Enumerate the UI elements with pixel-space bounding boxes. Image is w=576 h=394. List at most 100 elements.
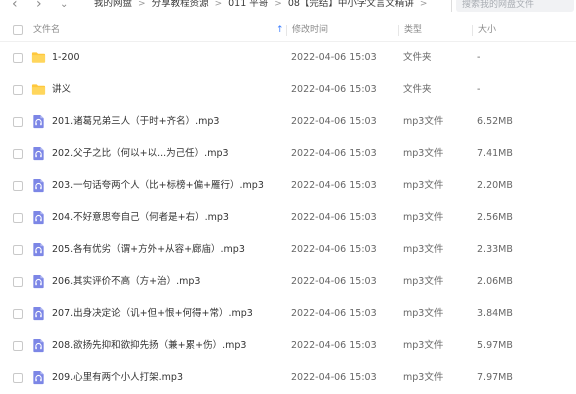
file-modified: 2022-04-06 15:03 bbox=[291, 148, 377, 159]
file-row[interactable]: 207.出身决定论（讥+但+恨+何得+常）.mp3 2022-04-06 15:0… bbox=[0, 298, 576, 330]
file-size: 3.84MB bbox=[477, 308, 513, 319]
file-type: mp3文件 bbox=[403, 116, 444, 127]
file-size: 7.41MB bbox=[477, 148, 513, 159]
search-input[interactable]: 搜索我的网盘文件 bbox=[456, 0, 574, 12]
folder-row[interactable]: 1-200 2022-04-06 15:03 文件夹 - bbox=[0, 42, 576, 74]
file-name[interactable]: 209.心里有两个小人打架.mp3 bbox=[52, 362, 183, 394]
audio-file-icon bbox=[31, 338, 46, 353]
file-modified: 2022-04-06 15:03 bbox=[291, 308, 377, 319]
column-divider[interactable] bbox=[398, 25, 399, 36]
file-modified: 2022-04-06 15:03 bbox=[291, 244, 377, 255]
file-type: mp3文件 bbox=[403, 212, 444, 223]
file-size: - bbox=[477, 52, 481, 63]
file-row[interactable]: 206.其实评价不高（方+治）.mp3 2022-04-06 15:03 mp3文件… bbox=[0, 266, 576, 298]
row-checkbox[interactable] bbox=[13, 213, 23, 223]
audio-file-icon bbox=[31, 370, 46, 385]
file-name[interactable]: 讲义 bbox=[52, 74, 71, 106]
row-checkbox[interactable] bbox=[13, 341, 23, 351]
file-modified: 2022-04-06 15:03 bbox=[291, 180, 377, 191]
breadcrumb-separator: > bbox=[214, 0, 223, 9]
breadcrumb-separator: > bbox=[138, 0, 146, 9]
column-header-type[interactable]: 类型 bbox=[404, 19, 422, 41]
file-type: 文件夹 bbox=[403, 52, 432, 63]
search-placeholder: 搜索我的网盘文件 bbox=[462, 0, 535, 10]
audio-file-icon bbox=[31, 274, 46, 289]
row-checkbox[interactable] bbox=[13, 85, 23, 95]
file-modified: 2022-04-06 15:03 bbox=[291, 372, 377, 383]
breadcrumb: 我的网盘 > 分享教程资源 >011 平哥 >08【完结】中小学文言文精讲 > bbox=[94, 0, 433, 11]
file-type: mp3文件 bbox=[403, 180, 444, 191]
top-bar: ‹ › ⌄ 我的网盘 > 分享教程资源 >011 平哥 >08【完结】中小学文言文精讲 >… bbox=[0, 0, 576, 14]
toolbar-divider bbox=[451, 0, 452, 12]
row-checkbox[interactable] bbox=[13, 277, 23, 287]
row-checkbox[interactable] bbox=[13, 373, 23, 383]
file-type: mp3文件 bbox=[403, 308, 444, 319]
file-row[interactable]: 205.各有优劣（谓+方外+从容+廊庙）.mp3 2022-04-06 15:03… bbox=[0, 234, 576, 266]
file-row[interactable]: 209.心里有两个小人打架.mp3 2022-04-06 15:03 mp3文件 7.… bbox=[0, 362, 576, 394]
breadcrumb-item[interactable]: 分享教程资源 bbox=[152, 0, 209, 9]
row-checkbox[interactable] bbox=[13, 117, 23, 127]
file-type: mp3文件 bbox=[403, 148, 444, 159]
file-row[interactable]: 208.欲扬先抑和欲抑先扬（兼+累+伤）.mp3 2022-04-06 15:03… bbox=[0, 330, 576, 362]
back-button[interactable]: ‹ bbox=[12, 0, 18, 11]
row-checkbox[interactable] bbox=[13, 149, 23, 159]
file-row[interactable]: 203.一句话夸两个人（比+标榜+偏+雁行）.mp3 2022-04-06 15:… bbox=[0, 170, 576, 202]
file-modified: 2022-04-06 15:03 bbox=[291, 276, 377, 287]
file-name[interactable]: 203.一句话夸两个人（比+标榜+偏+雁行）.mp3 bbox=[52, 170, 264, 202]
breadcrumb-item-current[interactable]: 08【完结】中小学文言文精讲 bbox=[288, 0, 414, 9]
file-size: 2.33MB bbox=[477, 244, 513, 255]
column-divider[interactable] bbox=[286, 25, 287, 36]
breadcrumb-item[interactable]: 011 平哥 bbox=[228, 0, 268, 9]
file-type: mp3文件 bbox=[403, 244, 444, 255]
audio-file-icon bbox=[31, 306, 46, 321]
file-row[interactable]: 201.诸葛兄弟三人（于时+齐名）.mp3 2022-04-06 15:03 mp3… bbox=[0, 106, 576, 138]
column-divider[interactable] bbox=[472, 25, 473, 36]
file-size: 2.20MB bbox=[477, 180, 513, 191]
file-modified: 2022-04-06 15:03 bbox=[291, 212, 377, 223]
file-type: mp3文件 bbox=[403, 372, 444, 383]
row-checkbox[interactable] bbox=[13, 181, 23, 191]
file-row[interactable]: 202.父子之比（何以+以...为己任）.mp3 2022-04-06 15:03… bbox=[0, 138, 576, 170]
column-header-name[interactable]: 文件名 bbox=[33, 19, 60, 41]
file-size: 5.97MB bbox=[477, 340, 513, 351]
file-name[interactable]: 202.父子之比（何以+以...为己任）.mp3 bbox=[52, 138, 229, 170]
folder-row[interactable]: 讲义 2022-04-06 15:03 文件夹 - bbox=[0, 74, 576, 106]
row-checkbox[interactable] bbox=[13, 309, 23, 319]
file-modified: 2022-04-06 15:03 bbox=[291, 340, 377, 351]
row-checkbox[interactable] bbox=[13, 245, 23, 255]
column-header-size[interactable]: 大小 bbox=[478, 19, 496, 41]
file-size: - bbox=[477, 84, 481, 95]
chevron-down-icon[interactable]: ⌄ bbox=[60, 0, 68, 12]
file-size: 7.97MB bbox=[477, 372, 513, 383]
file-name[interactable]: 204.不好意思夸自己（何者是+右）.mp3 bbox=[52, 202, 229, 234]
audio-file-icon bbox=[31, 114, 46, 129]
breadcrumb-item[interactable]: 我的网盘 bbox=[94, 0, 132, 9]
file-name[interactable]: 205.各有优劣（谓+方外+从容+廊庙）.mp3 bbox=[52, 234, 245, 266]
select-all-checkbox[interactable] bbox=[13, 25, 23, 35]
audio-file-icon bbox=[31, 210, 46, 225]
file-name[interactable]: 208.欲扬先抑和欲抑先扬（兼+累+伤）.mp3 bbox=[52, 330, 246, 362]
file-name[interactable]: 207.出身决定论（讥+但+恨+何得+常）.mp3 bbox=[52, 298, 253, 330]
column-header-modified[interactable]: 修改时间 bbox=[292, 19, 328, 41]
file-size: 2.06MB bbox=[477, 276, 513, 287]
file-type: mp3文件 bbox=[403, 276, 444, 287]
folder-icon bbox=[31, 82, 46, 97]
file-type: 文件夹 bbox=[403, 84, 432, 95]
file-type: mp3文件 bbox=[403, 340, 444, 351]
file-modified: 2022-04-06 15:03 bbox=[291, 52, 377, 63]
file-modified: 2022-04-06 15:03 bbox=[291, 116, 377, 127]
breadcrumb-separator: > bbox=[419, 0, 428, 9]
file-list-header: 文件名 ↑ 修改时间 类型 大小 bbox=[0, 19, 576, 42]
forward-button[interactable]: › bbox=[36, 0, 42, 11]
file-name[interactable]: 1-200 bbox=[52, 42, 80, 74]
row-checkbox[interactable] bbox=[13, 53, 23, 63]
audio-file-icon bbox=[31, 242, 46, 257]
folder-icon bbox=[31, 50, 46, 65]
sort-arrow-up-icon[interactable]: ↑ bbox=[276, 19, 284, 41]
file-size: 6.52MB bbox=[477, 116, 513, 127]
file-modified: 2022-04-06 15:03 bbox=[291, 84, 377, 95]
file-name[interactable]: 201.诸葛兄弟三人（于时+齐名）.mp3 bbox=[52, 106, 219, 138]
file-size: 2.56MB bbox=[477, 212, 513, 223]
file-name[interactable]: 206.其实评价不高（方+治）.mp3 bbox=[52, 266, 200, 298]
file-row[interactable]: 204.不好意思夸自己（何者是+右）.mp3 2022-04-06 15:03 mp… bbox=[0, 202, 576, 234]
